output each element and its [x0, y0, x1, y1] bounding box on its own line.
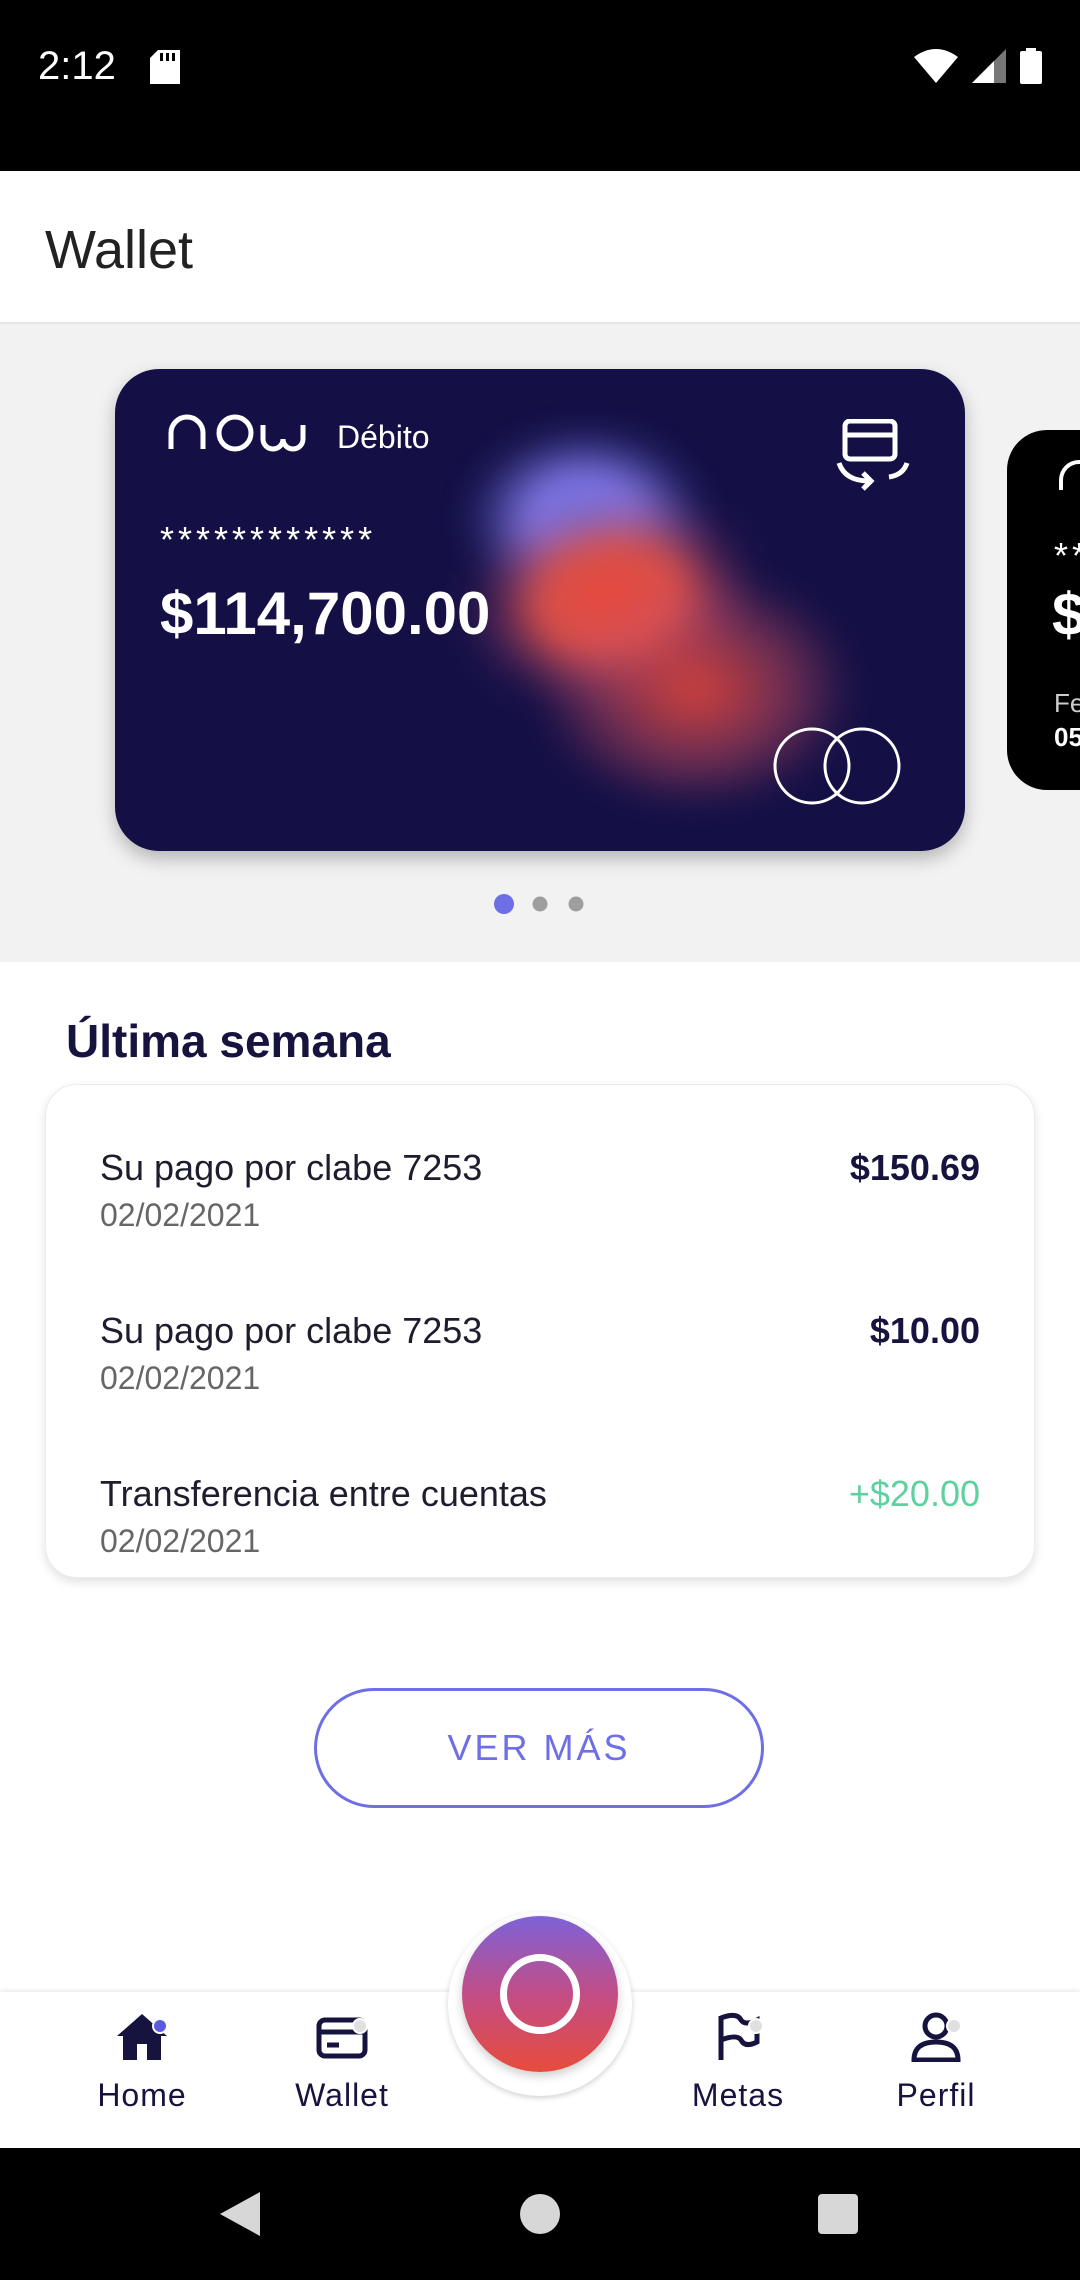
page-dot[interactable] [568, 896, 584, 912]
notification-dot [748, 2018, 764, 2034]
transaction-row[interactable]: Su pago por clabe 7253 02/02/2021 $150.6… [100, 1147, 980, 1257]
mastercard-icon [770, 724, 910, 813]
back-icon[interactable] [218, 2190, 262, 2243]
notification-dot [352, 2018, 368, 2034]
nav-item-wallet[interactable]: Wallet [242, 2012, 442, 2148]
nav-label: Wallet [295, 2077, 389, 2113]
page-title: Wallet [45, 220, 194, 280]
battery-icon [1020, 48, 1042, 89]
notification-dot [152, 2018, 168, 2034]
nav-label: Perfil [896, 2077, 976, 2113]
section-title: Última semana [66, 1015, 391, 1067]
home-circle-icon[interactable] [520, 2194, 560, 2234]
transaction-date: 02/02/2021 [100, 1523, 261, 1559]
transaction-row[interactable]: Su pago por clabe 7253 02/02/2021 $10.00 [100, 1310, 980, 1420]
system-navigation-bar [0, 2148, 1080, 2280]
transaction-amount: +$20.00 [848, 1473, 980, 1514]
transaction-amount: $150.69 [849, 1147, 980, 1188]
nav-label: Home [97, 2077, 187, 2113]
page-dot[interactable] [532, 896, 548, 912]
nav-label: Metas [691, 2077, 785, 2113]
ring-icon [500, 1954, 580, 2034]
debit-card[interactable]: Débito ************ $114,700.00 [115, 369, 965, 851]
card-type-label: Débito [337, 419, 430, 455]
card-number-masked: ** [1054, 535, 1080, 576]
card-balance: $114,700.00 [160, 580, 491, 647]
center-action-button[interactable] [462, 1916, 618, 2072]
last-week-section: Última semana Su pago por clabe 7253 02/… [0, 962, 1080, 1992]
app-bar: Wallet [0, 171, 1080, 324]
transaction-name: Su pago por clabe 7253 [100, 1310, 483, 1351]
page-dot[interactable] [494, 894, 514, 914]
nav-item-perfil[interactable]: Perfil [836, 2012, 1036, 2148]
signal-icon [972, 49, 1006, 88]
carousel-indicator [0, 894, 1080, 914]
notification-dot [946, 2018, 962, 2034]
see-more-button[interactable]: VER MÁS [314, 1688, 764, 1808]
transactions-card: Su pago por clabe 7253 02/02/2021 $150.6… [45, 1084, 1035, 1578]
transaction-date: 02/02/2021 [100, 1360, 261, 1396]
transaction-date: 02/02/2021 [100, 1197, 261, 1233]
card-expiry-value: 05 [1054, 722, 1080, 752]
card-expiry-label: Fe [1054, 688, 1080, 718]
status-time: 2:12 [38, 44, 116, 88]
now-logo-icon [1059, 460, 1080, 490]
transaction-name: Su pago por clabe 7253 [100, 1147, 483, 1188]
nav-item-metas[interactable]: Metas [638, 2012, 838, 2148]
status-bar: 2:12 [0, 0, 1080, 171]
card-number-masked: ************ [160, 519, 377, 560]
wifi-icon [914, 49, 958, 88]
recents-icon[interactable] [818, 2194, 858, 2234]
sd-card-icon [150, 50, 180, 89]
card-balance: $ [1052, 581, 1080, 648]
transaction-row[interactable]: Transferencia entre cuentas 02/02/2021 +… [100, 1473, 980, 1583]
card-exchange-icon[interactable] [835, 418, 911, 496]
second-card[interactable]: ** $ Fe 05 [1007, 430, 1080, 790]
transaction-name: Transferencia entre cuentas [100, 1473, 547, 1514]
transaction-amount: $10.00 [869, 1310, 980, 1351]
nav-item-home[interactable]: Home [42, 2012, 242, 2148]
now-logo-icon [165, 411, 321, 462]
card-carousel[interactable]: Débito ************ $114,700.00 ** $ Fe … [0, 324, 1080, 962]
